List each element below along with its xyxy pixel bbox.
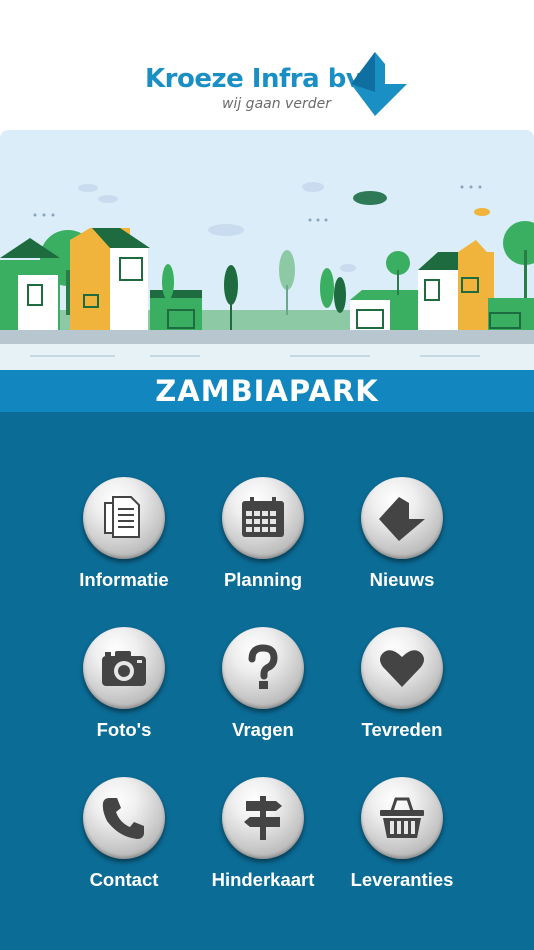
informatie-button[interactable] bbox=[83, 477, 165, 559]
kroeze-logo-icon bbox=[379, 497, 425, 541]
menu-item-informatie[interactable]: Informatie bbox=[44, 477, 204, 617]
planning-button[interactable] bbox=[222, 477, 304, 559]
menu-item-tevreden[interactable]: Tevreden bbox=[322, 627, 482, 767]
basket-icon bbox=[380, 797, 424, 838]
menu-item-planning[interactable]: Planning bbox=[183, 477, 343, 617]
tevreden-button[interactable] bbox=[361, 627, 443, 709]
kroeze-logo-icon bbox=[351, 52, 407, 116]
app-header: Kroeze Infra bv wij gaan verder bbox=[0, 0, 534, 130]
project-title: ZAMBIAPARK bbox=[155, 374, 379, 408]
contact-button[interactable] bbox=[83, 777, 165, 859]
menu-label: Vragen bbox=[232, 719, 294, 740]
signpost-icon bbox=[244, 796, 282, 840]
menu-label: Hinderkaart bbox=[211, 869, 315, 890]
menu-item-nieuws[interactable]: Nieuws bbox=[322, 477, 482, 617]
brand-tagline: wij gaan verder bbox=[222, 96, 331, 112]
header-illustration bbox=[0, 130, 534, 370]
menu-item-vragen[interactable]: Vragen bbox=[183, 627, 343, 767]
menu-label: Informatie bbox=[79, 569, 169, 590]
heart-icon bbox=[380, 650, 424, 687]
menu-item-fotos[interactable]: Foto's bbox=[44, 627, 204, 767]
menu-item-hinderkaart[interactable]: Hinderkaart bbox=[183, 777, 343, 917]
menu-label: Contact bbox=[89, 869, 159, 890]
phone-icon bbox=[102, 798, 144, 839]
brand-name: Kroeze Infra bv bbox=[145, 64, 363, 94]
menu-label: Planning bbox=[223, 569, 303, 590]
fotos-button[interactable] bbox=[83, 627, 165, 709]
menu-label: Tevreden bbox=[361, 719, 443, 740]
menu-item-leveranties[interactable]: Leveranties bbox=[322, 777, 482, 917]
menu-label: Nieuws bbox=[369, 569, 435, 590]
calendar-icon bbox=[242, 497, 284, 537]
hinderkaart-button[interactable] bbox=[222, 777, 304, 859]
menu-label: Foto's bbox=[96, 719, 152, 740]
leveranties-button[interactable] bbox=[361, 777, 443, 859]
camera-icon bbox=[102, 651, 146, 686]
menu-label: Leveranties bbox=[350, 869, 454, 890]
question-mark-icon bbox=[248, 644, 278, 689]
project-title-bar: ZAMBIAPARK bbox=[0, 370, 534, 412]
menu-item-contact[interactable]: Contact bbox=[44, 777, 204, 917]
nieuws-button[interactable] bbox=[361, 477, 443, 559]
vragen-button[interactable] bbox=[222, 627, 304, 709]
main-menu: Informatie Planning Nieuws Foto's Vragen… bbox=[0, 412, 534, 950]
document-icon bbox=[104, 496, 140, 538]
